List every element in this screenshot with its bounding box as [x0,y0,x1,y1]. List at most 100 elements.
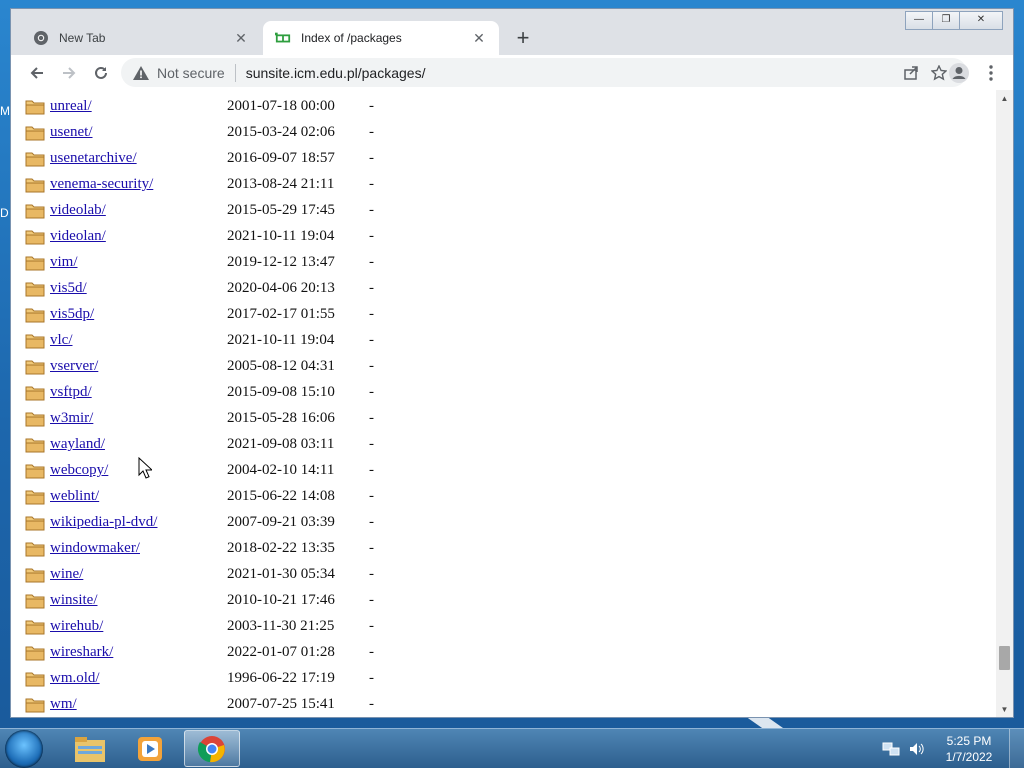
close-window-button[interactable]: ✕ [959,11,1003,30]
profile-avatar-icon[interactable] [945,60,973,86]
directory-link[interactable]: wireshark/ [50,644,113,661]
directory-link[interactable]: vis5dp/ [50,306,94,323]
folder-icon [25,462,45,479]
tab-title: New Tab [59,31,106,45]
vertical-scrollbar[interactable]: ▲ ▼ [996,90,1013,717]
share-icon[interactable] [897,61,925,85]
list-item: wm/2007-07-25 15:41 - [25,694,525,717]
directory-link[interactable]: wm.old/ [50,670,100,687]
taskbar-file-explorer[interactable] [62,730,118,767]
list-item: vis5d/2020-04-06 20:13 - [25,278,525,304]
tab-index-of-packages[interactable]: Index of /packages ✕ [263,21,499,55]
modified-date: 2022-01-07 01:28 [227,644,335,660]
file-size: - [369,98,374,114]
directory-link[interactable]: vserver/ [50,358,98,375]
list-item: wirehub/2003-11-30 21:25 - [25,616,525,642]
folder-icon [25,306,45,323]
modified-date: 2021-01-30 05:34 [227,566,335,582]
forward-button[interactable] [57,61,81,85]
scroll-up-arrow-icon[interactable]: ▲ [996,90,1013,107]
back-button[interactable] [25,61,49,85]
file-size: - [369,462,374,478]
url-text[interactable]: sunsite.icm.edu.pl/packages/ [246,65,426,81]
tab-close-icon[interactable]: ✕ [471,30,487,46]
new-tab-button[interactable]: + [511,27,535,51]
file-size: - [369,436,374,452]
list-item: vsftpd/2015-09-08 15:10 - [25,382,525,408]
tab-close-icon[interactable]: ✕ [233,30,249,46]
toolbar-actions [941,60,1005,86]
folder-icon [25,98,45,115]
directory-link[interactable]: wm/ [50,696,77,713]
tab-new-tab[interactable]: New Tab ✕ [21,21,261,55]
directory-link[interactable]: webcopy/ [50,462,108,479]
file-size: - [369,410,374,426]
file-size: - [369,280,374,296]
directory-link[interactable]: wirehub/ [50,618,103,635]
directory-link[interactable]: windowmaker/ [50,540,140,557]
browser-window: New Tab ✕ Index of /packages ✕ + — ❐ ✕ N… [10,8,1014,718]
directory-link[interactable]: w3mir/ [50,410,93,427]
show-desktop-button[interactable] [1009,729,1024,768]
folder-icon [25,540,45,557]
directory-link[interactable]: vlc/ [50,332,73,349]
chrome-icon [33,30,49,46]
file-size: - [369,358,374,374]
folder-icon [25,254,45,271]
directory-link[interactable]: vis5d/ [50,280,87,297]
scroll-down-arrow-icon[interactable]: ▼ [996,701,1013,717]
directory-link[interactable]: unreal/ [50,98,92,115]
directory-link[interactable]: videolan/ [50,228,106,245]
directory-link[interactable]: vsftpd/ [50,384,92,401]
media-player-icon [138,736,162,761]
directory-link[interactable]: usenetarchive/ [50,150,137,167]
directory-link[interactable]: vim/ [50,254,78,271]
forward-arrow-icon [63,67,76,79]
network-icon[interactable] [881,739,901,759]
modified-date: 2013-08-24 21:11 [227,176,335,192]
chrome-icon [197,735,225,762]
directory-link[interactable]: weblint/ [50,488,99,505]
directory-link[interactable]: wayland/ [50,436,105,453]
modified-date: 2010-10-21 17:46 [227,592,335,608]
modified-date: 2004-02-10 14:11 [227,462,335,478]
folder-icon [25,592,45,609]
list-item: usenetarchive/2016-09-07 18:57 - [25,148,525,174]
list-item: windowmaker/2018-02-22 13:35 - [25,538,525,564]
folder-icon [25,618,45,635]
clock[interactable]: 5:25 PM 1/7/2022 [933,733,1005,765]
page-content: unreal/2001-07-18 00:00- usenet/2015-03-2… [11,90,996,717]
address-bar[interactable]: Not secure sunsite.icm.edu.pl/packages/ [121,58,967,87]
directory-link[interactable]: usenet/ [50,124,93,141]
folder-icon [25,644,45,661]
scrollbar-thumb[interactable] [999,646,1010,670]
directory-link[interactable]: videolab/ [50,202,106,219]
taskbar-media-player[interactable] [122,730,178,767]
directory-link[interactable]: winsite/ [50,592,98,609]
file-size: - [369,670,374,686]
directory-link[interactable]: wikipedia-pl-dvd/ [50,514,157,531]
list-item: vserver/2005-08-12 04:31 - [25,356,525,382]
list-item: videolab/2015-05-29 17:45 - [25,200,525,226]
menu-dots-icon[interactable] [977,60,1005,86]
modified-date: 2015-05-29 17:45 [227,202,335,218]
modified-date: 2015-05-28 16:06 [227,410,335,426]
reload-button[interactable] [89,61,113,85]
window-controls: — ❐ ✕ [905,11,1003,30]
file-size: - [369,254,374,270]
list-item: winsite/2010-10-21 17:46 - [25,590,525,616]
taskbar-chrome[interactable] [184,730,240,767]
folder-icon [25,384,45,401]
list-item: venema-security/2013-08-24 21:11 - [25,174,525,200]
start-button[interactable] [5,730,43,768]
minimize-button[interactable]: — [905,11,933,30]
clock-time: 5:25 PM [946,734,992,748]
directory-link[interactable]: venema-security/ [50,176,153,193]
security-label[interactable]: Not secure [157,65,225,81]
site-favicon [275,30,291,46]
file-size: - [369,644,374,660]
directory-link[interactable]: wine/ [50,566,83,583]
restore-button[interactable]: ❐ [932,11,960,30]
volume-icon[interactable] [907,739,927,759]
modified-date: 2005-08-12 04:31 [227,358,335,374]
